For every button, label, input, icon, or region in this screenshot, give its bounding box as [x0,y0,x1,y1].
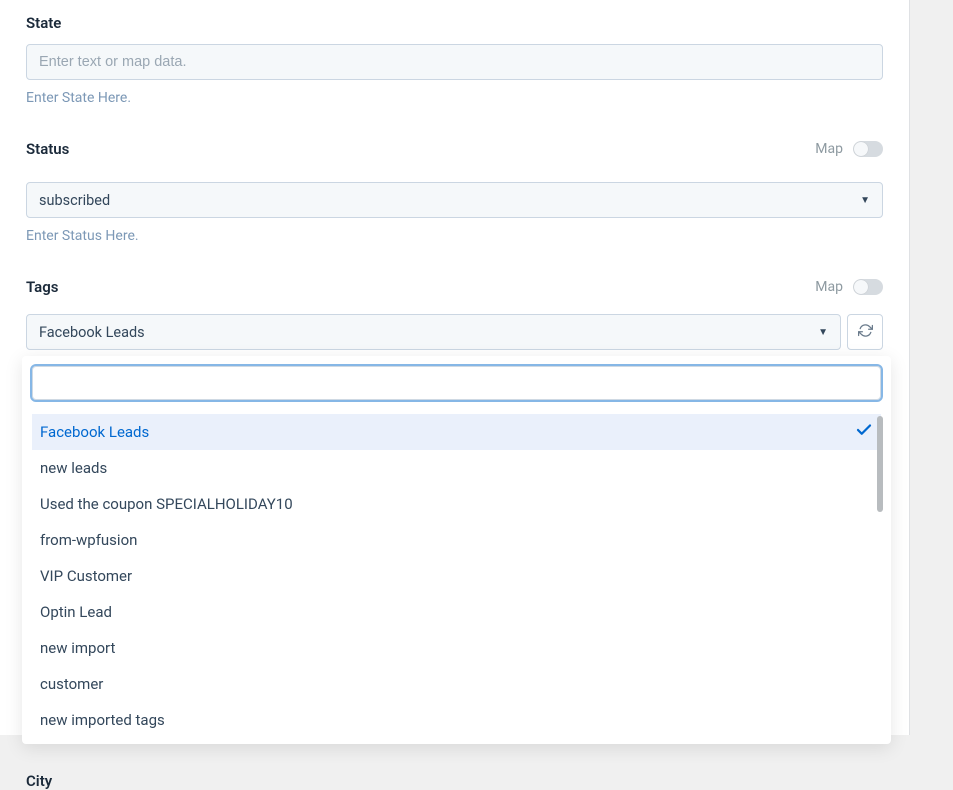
state-label: State [26,14,883,32]
option-label: from-wpfusion [40,531,137,549]
status-label-row: Status Map [26,140,883,158]
field-status: Status Map subscribed ▼ Enter Status Her… [26,140,883,244]
option-label: Optin Lead [40,603,112,621]
tags-map-toggle[interactable] [853,279,883,295]
option-label: new leads [40,459,107,477]
tags-option-optin-lead[interactable]: Optin Lead [32,594,881,630]
status-map-wrap: Map [815,141,883,157]
tags-option-coupon[interactable]: Used the coupon SPECIALHOLIDAY10 [32,486,881,522]
option-label: Used the coupon SPECIALHOLIDAY10 [40,495,293,513]
refresh-icon [858,323,873,342]
tags-option-facebook-leads[interactable]: Facebook Leads [32,414,881,450]
tags-option-new-import[interactable]: new import [32,630,881,666]
tags-label-row: Tags Map [26,278,883,296]
caret-down-icon: ▼ [818,327,828,338]
status-label: Status [26,140,69,158]
scrollbar[interactable] [877,416,883,512]
tags-refresh-button[interactable] [847,314,883,350]
tags-dropdown: Facebook Leads new leads Used the coupon… [22,356,891,744]
state-input[interactable] [26,44,883,80]
status-select-wrap: subscribed ▼ [26,182,883,218]
tags-option-customer[interactable]: customer [32,666,881,702]
status-map-text: Map [815,141,843,157]
status-helper: Enter Status Here. [26,228,883,244]
tags-map-wrap: Map [815,279,883,295]
field-tags: Tags Map Facebook Leads ▼ [26,278,883,744]
tags-select-wrap: Facebook Leads ▼ [26,314,883,350]
option-label: customer [40,675,103,693]
tags-option-new-leads[interactable]: new leads [32,450,881,486]
tags-option-from-wpfusion[interactable]: from-wpfusion [32,522,881,558]
tags-options-list: Facebook Leads new leads Used the coupon… [32,414,881,738]
tags-option-new-imported-tags[interactable]: new imported tags [32,702,881,738]
tags-label: Tags [26,278,59,296]
option-label: VIP Customer [40,567,132,585]
state-helper: Enter State Here. [26,90,883,106]
option-label: new imported tags [40,711,165,729]
tags-search-input[interactable] [32,366,881,400]
option-label: new import [40,639,115,657]
tags-option-vip-customer[interactable]: VIP Customer [32,558,881,594]
status-selected-value: subscribed [39,192,110,209]
tags-map-text: Map [815,279,843,295]
field-city: City [26,772,883,790]
city-label: City [26,772,883,790]
status-select[interactable]: subscribed ▼ [26,182,883,218]
check-icon [855,421,873,443]
status-map-toggle[interactable] [853,141,883,157]
tags-selected-value: Facebook Leads [39,324,145,341]
caret-down-icon: ▼ [860,195,870,206]
tags-select[interactable]: Facebook Leads ▼ [26,314,841,350]
option-label: Facebook Leads [40,423,149,441]
field-state: State Enter State Here. [26,14,883,106]
